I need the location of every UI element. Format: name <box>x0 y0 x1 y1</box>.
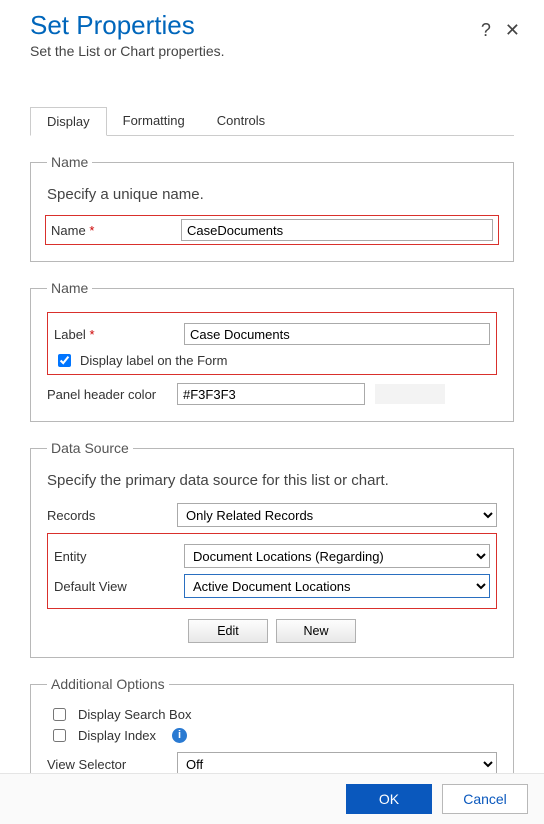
section-name: Name Specify a unique name. Name * <box>30 154 514 262</box>
close-icon[interactable]: ✕ <box>505 20 520 41</box>
tab-formatting[interactable]: Formatting <box>107 107 201 135</box>
entity-label: Entity <box>54 549 184 564</box>
records-select[interactable]: Only Related Records <box>177 503 497 527</box>
ok-button[interactable]: OK <box>346 784 432 814</box>
records-label: Records <box>47 508 177 523</box>
display-index-checkbox[interactable] <box>53 729 66 742</box>
entity-select[interactable]: Document Locations (Regarding) <box>184 544 490 568</box>
ds-hint: Specify the primary data source for this… <box>47 472 497 489</box>
name-input[interactable] <box>181 219 493 241</box>
default-view-select[interactable]: Active Document Locations <box>184 574 490 598</box>
page-subtitle: Set the List or Chart properties. <box>30 43 481 59</box>
section-label-legend: Name <box>47 280 92 296</box>
section-additional-options: Additional Options Display Search Box Di… <box>30 676 514 788</box>
cancel-button[interactable]: Cancel <box>442 784 528 814</box>
tab-display[interactable]: Display <box>30 107 107 136</box>
section-label: Name Label * Display label on the Form P… <box>30 280 514 422</box>
section-addl-legend: Additional Options <box>47 676 169 692</box>
section-data-source: Data Source Specify the primary data sou… <box>30 440 514 658</box>
panel-color-label: Panel header color <box>47 387 177 402</box>
section-name-legend: Name <box>47 154 92 170</box>
name-label: Name * <box>51 223 181 238</box>
page-title: Set Properties <box>30 10 481 41</box>
view-selector-label: View Selector <box>47 757 177 772</box>
panel-color-input[interactable] <box>177 383 365 405</box>
display-search-box-checkbox[interactable] <box>53 708 66 721</box>
name-hint: Specify a unique name. <box>47 186 497 203</box>
edit-button[interactable]: Edit <box>188 619 268 643</box>
label-label: Label * <box>54 327 184 342</box>
section-ds-legend: Data Source <box>47 440 133 456</box>
dialog-footer: OK Cancel <box>0 773 544 824</box>
label-input[interactable] <box>184 323 490 345</box>
display-label-checkbox[interactable] <box>58 354 71 367</box>
new-button[interactable]: New <box>276 619 356 643</box>
tab-strip: Display Formatting Controls <box>30 107 514 136</box>
help-icon[interactable]: ? <box>481 20 491 41</box>
panel-color-swatch[interactable] <box>375 384 445 404</box>
display-label-text: Display label on the Form <box>80 353 227 368</box>
tab-controls[interactable]: Controls <box>201 107 281 135</box>
display-index-label: Display Index <box>78 728 156 743</box>
default-view-label: Default View <box>54 579 184 594</box>
info-icon[interactable]: i <box>172 728 187 743</box>
display-search-box-label: Display Search Box <box>78 707 191 722</box>
